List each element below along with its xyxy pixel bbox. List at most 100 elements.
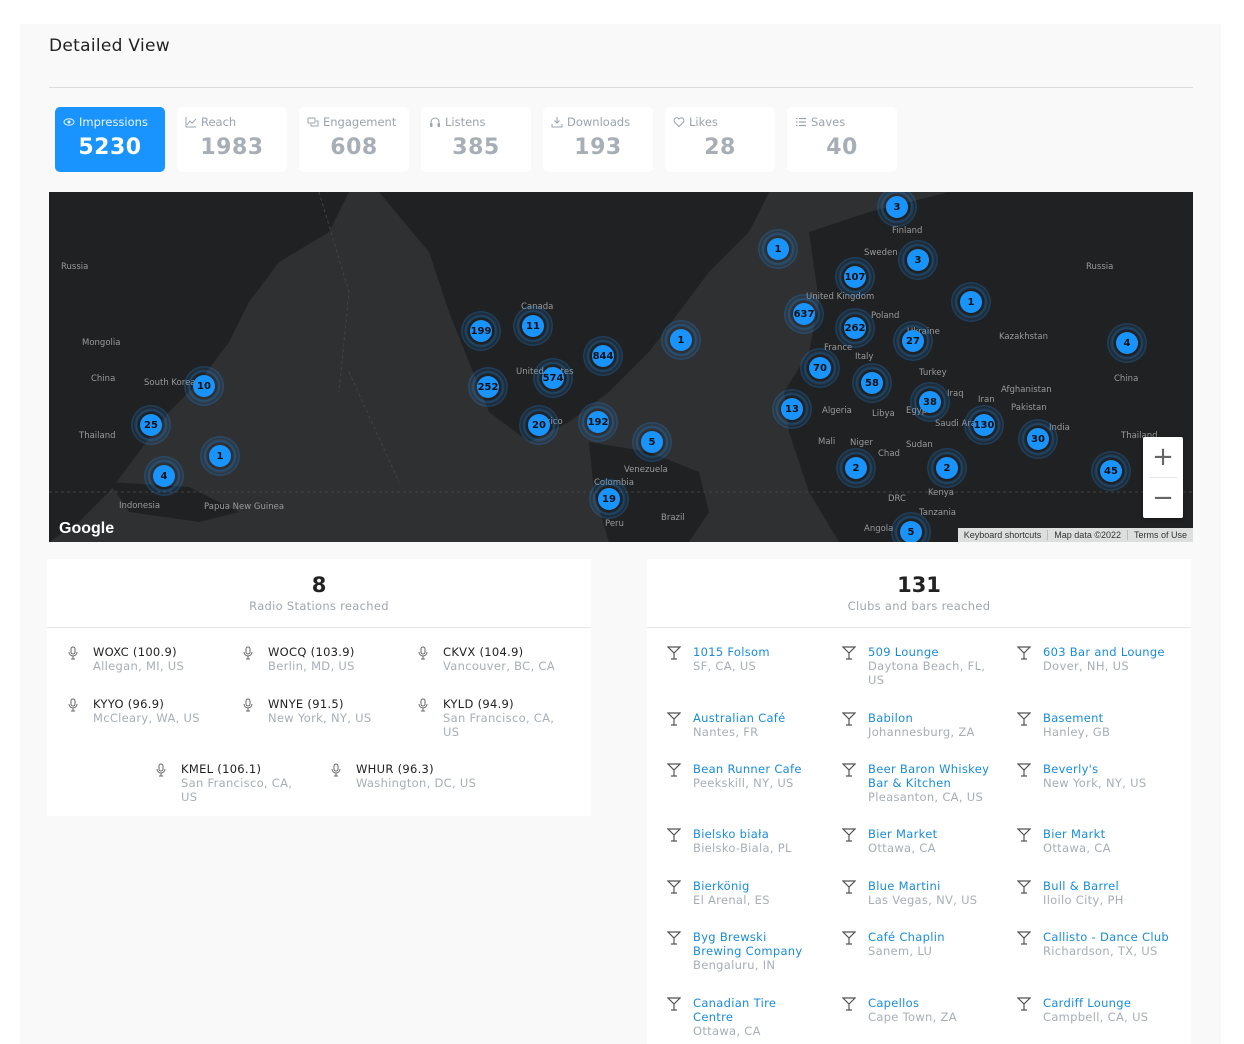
club-name-link[interactable]: Bull & Barrel	[1043, 879, 1178, 893]
stat-label: Likes	[689, 115, 718, 129]
club-location: Dover, NH, US	[1043, 659, 1129, 673]
cocktail-glass-icon	[667, 997, 681, 1011]
stat-value: 1983	[200, 135, 264, 160]
club-name-link[interactable]: Canadian Tire Centre	[693, 996, 818, 1024]
map-cluster[interactable]: 637	[784, 294, 824, 334]
club-name-link[interactable]: 509 Lounge	[868, 645, 993, 659]
terms-link[interactable]: Terms of Use	[1126, 530, 1193, 540]
stat-engagement[interactable]: Engagement 608	[299, 107, 409, 172]
cocktail-glass-icon	[667, 828, 681, 842]
cocktail-glass-icon	[667, 646, 681, 660]
stat-downloads[interactable]: Downloads 193	[543, 107, 653, 172]
club-name-link[interactable]: Babilon	[868, 711, 993, 725]
club-location: Las Vegas, NV, US	[868, 893, 978, 907]
map-cluster[interactable]: 574	[533, 358, 573, 398]
map-cluster[interactable]: 262	[835, 308, 875, 348]
map-cluster[interactable]: 30	[1018, 419, 1058, 459]
club-name-link[interactable]: 1015 Folsom	[693, 645, 818, 659]
club-name-link[interactable]: Beer Baron Whiskey Bar & Kitchen	[868, 762, 993, 790]
stat-impressions[interactable]: Impressions 5230	[55, 107, 165, 172]
map-cluster[interactable]: 844	[583, 336, 623, 376]
club-name-link[interactable]: Byg Brewski Brewing Company	[693, 930, 818, 958]
map-cluster[interactable]: 11	[513, 306, 553, 346]
map-label: China	[1114, 374, 1139, 384]
stat-saves[interactable]: Saves 40	[787, 107, 897, 172]
cocktail-glass-icon	[842, 712, 856, 726]
map-cluster[interactable]: 4	[1107, 323, 1147, 363]
club-location: Ottawa, CA	[1043, 841, 1111, 855]
club-name-link[interactable]: Bier Markt	[1043, 827, 1178, 841]
radio-subtitle: Radio Stations reached	[249, 599, 389, 613]
cocktail-glass-icon	[1017, 997, 1031, 1011]
map-label: Kenya	[928, 488, 955, 498]
map-cluster[interactable]: 2	[836, 448, 876, 488]
microphone-icon	[68, 698, 78, 712]
club-location: Bengaluru, IN	[693, 958, 776, 972]
map-cluster[interactable]: 10	[184, 366, 224, 406]
map-cluster[interactable]: 13	[772, 389, 812, 429]
map-label: Sudan	[906, 440, 933, 450]
map-label: Finland	[892, 226, 923, 236]
map-cluster[interactable]: 1	[951, 282, 991, 322]
club-name-link[interactable]: Bean Runner Cafe	[693, 762, 818, 776]
map-label: Sweden	[864, 248, 898, 258]
map-cluster[interactable]: 58	[852, 363, 892, 403]
club-name-link[interactable]: Cardiff Lounge	[1043, 996, 1178, 1010]
club-name-link[interactable]: Blue Martini	[868, 879, 993, 893]
map-cluster[interactable]: 107	[835, 257, 875, 297]
club-name-link[interactable]: Café Chaplin	[868, 930, 993, 944]
map-cluster[interactable]: 25	[131, 405, 171, 445]
divider	[49, 87, 1193, 88]
cocktail-glass-icon	[1017, 763, 1031, 777]
map-label: DRC	[888, 494, 906, 504]
cocktail-glass-icon	[842, 828, 856, 842]
stat-likes[interactable]: Likes 28	[665, 107, 775, 172]
stat-reach[interactable]: Reach 1983	[177, 107, 287, 172]
stat-value: 193	[574, 135, 622, 160]
club-name-link[interactable]: Australian Café	[693, 711, 818, 725]
world-map[interactable]: Russia Mongolia China South Korea Thaila…	[49, 192, 1193, 542]
cocktail-glass-icon	[842, 931, 856, 945]
map-label: Turkey	[919, 368, 947, 378]
zoom-in-button[interactable]: +	[1143, 437, 1183, 477]
cocktail-glass-icon	[842, 997, 856, 1011]
map-cluster[interactable]: 38	[910, 382, 950, 422]
map-cluster[interactable]: 20	[519, 405, 559, 445]
zoom-controls: + −	[1143, 437, 1183, 518]
stat-listens[interactable]: Listens 385	[421, 107, 531, 172]
club-name-link[interactable]: Callisto - Dance Club	[1043, 930, 1178, 944]
map-cluster[interactable]: 1	[200, 436, 240, 476]
map-cluster[interactable]: 199	[461, 311, 501, 351]
club-name-link[interactable]: Basement	[1043, 711, 1178, 725]
zoom-out-button[interactable]: −	[1143, 478, 1183, 518]
map-cluster[interactable]: 2	[927, 448, 967, 488]
map-cluster[interactable]: 70	[800, 348, 840, 388]
map-cluster[interactable]: 1	[758, 229, 798, 269]
google-logo[interactable]: Google	[59, 520, 114, 538]
map-cluster[interactable]: 252	[468, 367, 508, 407]
map-label: Russia	[61, 262, 89, 272]
download-icon	[551, 117, 563, 128]
map-cluster[interactable]: 130	[964, 405, 1004, 445]
station-name: KYLD (94.9)	[443, 697, 514, 711]
map-cluster[interactable]: 27	[893, 321, 933, 361]
map-cluster[interactable]: 4	[144, 456, 184, 496]
map-cluster[interactable]: 5	[632, 422, 672, 462]
map-cluster[interactable]: 1	[661, 320, 701, 360]
club-name-link[interactable]: Bierkönig	[693, 879, 818, 893]
map-label: Kazakhstan	[999, 332, 1048, 342]
club-name-link[interactable]: Beverly's	[1043, 762, 1178, 776]
map-cluster[interactable]: 19	[589, 479, 629, 519]
map-cluster[interactable]: 192	[578, 402, 618, 442]
map-label: Peru	[605, 519, 624, 529]
club-name-link[interactable]: Capellos	[868, 996, 993, 1010]
map-cluster[interactable]: 3	[898, 240, 938, 280]
club-location: Ottawa, CA	[868, 841, 936, 855]
club-name-link[interactable]: Bier Market	[868, 827, 993, 841]
club-name-link[interactable]: Bielsko biała	[693, 827, 818, 841]
club-name-link[interactable]: 603 Bar and Lounge	[1043, 645, 1178, 659]
keyboard-shortcuts-link[interactable]: Keyboard shortcuts	[958, 530, 1048, 540]
stat-label: Saves	[811, 115, 846, 129]
cocktail-glass-icon	[667, 880, 681, 894]
map-cluster[interactable]: 45	[1091, 451, 1131, 491]
